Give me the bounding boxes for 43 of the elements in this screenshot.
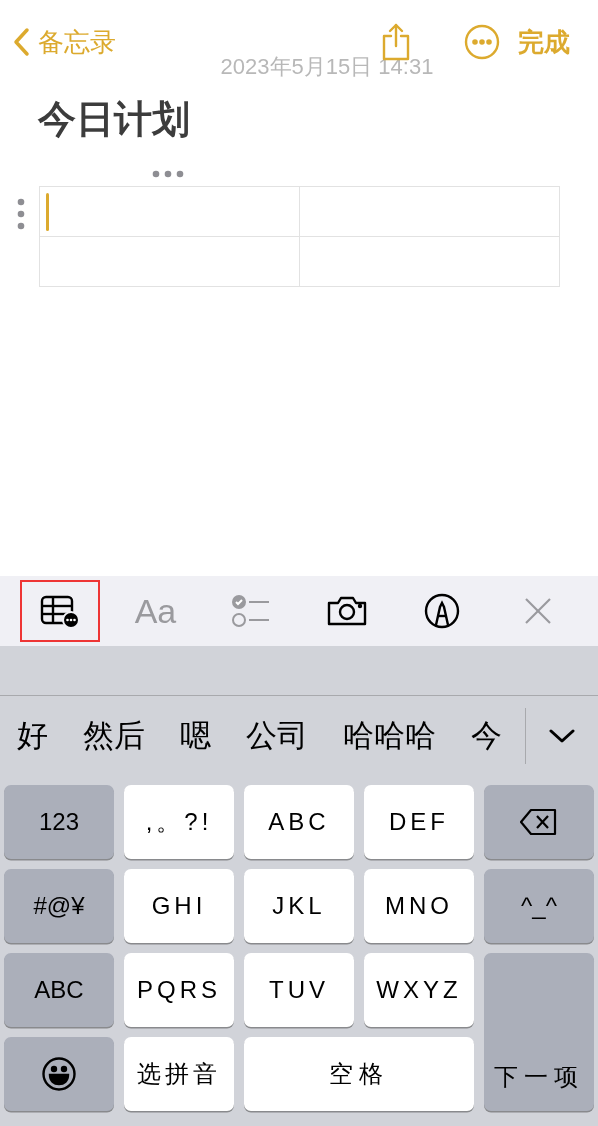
table-cell[interactable] bbox=[40, 237, 300, 287]
delete-icon bbox=[519, 807, 559, 837]
smiley-icon bbox=[41, 1056, 77, 1092]
keyboard-key[interactable]: PQRS bbox=[124, 953, 234, 1027]
close-icon bbox=[523, 596, 554, 626]
keyboard-key[interactable]: 123 bbox=[4, 785, 114, 859]
space-key[interactable]: 空格 bbox=[244, 1037, 474, 1111]
table-icon bbox=[39, 594, 80, 628]
keyboard-key[interactable]: JKL bbox=[244, 869, 354, 943]
keyboard-key[interactable]: ABC bbox=[4, 953, 114, 1027]
toolbar-button[interactable] bbox=[19, 580, 100, 642]
delete-key[interactable] bbox=[484, 785, 594, 859]
checklist-icon bbox=[231, 594, 272, 628]
keyboard-key[interactable]: MNO bbox=[364, 869, 474, 943]
keyboard-key[interactable]: TUV bbox=[244, 953, 354, 1027]
note-title: 今日计划 bbox=[38, 97, 191, 142]
more-icon bbox=[464, 24, 500, 60]
column-handle-icon bbox=[152, 170, 184, 178]
pen-tip-icon bbox=[423, 592, 462, 630]
more-button[interactable] bbox=[464, 24, 500, 60]
keyboard-key[interactable]: ABC bbox=[244, 785, 354, 859]
keyboard-key[interactable]: ,。?! bbox=[124, 785, 234, 859]
note-date: 2023年5月15日 14:31 bbox=[220, 53, 434, 81]
keyboard-key[interactable]: #@¥ bbox=[4, 869, 114, 943]
next-key[interactable]: 下一项 bbox=[484, 953, 594, 1111]
emoji-key[interactable] bbox=[4, 1037, 114, 1111]
table-cell[interactable] bbox=[40, 187, 300, 237]
row-handle-icon bbox=[17, 198, 25, 230]
candidate-word[interactable]: 好 bbox=[17, 712, 48, 760]
table-cell[interactable] bbox=[300, 187, 560, 237]
candidate-word[interactable]: 嗯 bbox=[180, 712, 211, 760]
candidate-word[interactable]: 然后 bbox=[83, 712, 145, 760]
keyboard-key[interactable]: DEF bbox=[364, 785, 474, 859]
candidate-word[interactable]: 今 bbox=[471, 712, 502, 760]
candidate-word[interactable]: 公司 bbox=[246, 712, 308, 760]
chevron-down-icon bbox=[549, 728, 575, 744]
keyboard-key[interactable]: ^_^ bbox=[484, 869, 594, 943]
keyboard-key[interactable]: WXYZ bbox=[364, 953, 474, 1027]
table-cell[interactable] bbox=[300, 237, 560, 287]
keyboard-key[interactable]: GHI bbox=[124, 869, 234, 943]
keyboard-key[interactable]: 选拼音 bbox=[124, 1037, 234, 1111]
candidate-word[interactable]: 哈哈哈 bbox=[343, 712, 436, 760]
chevron-left-icon bbox=[12, 27, 30, 57]
